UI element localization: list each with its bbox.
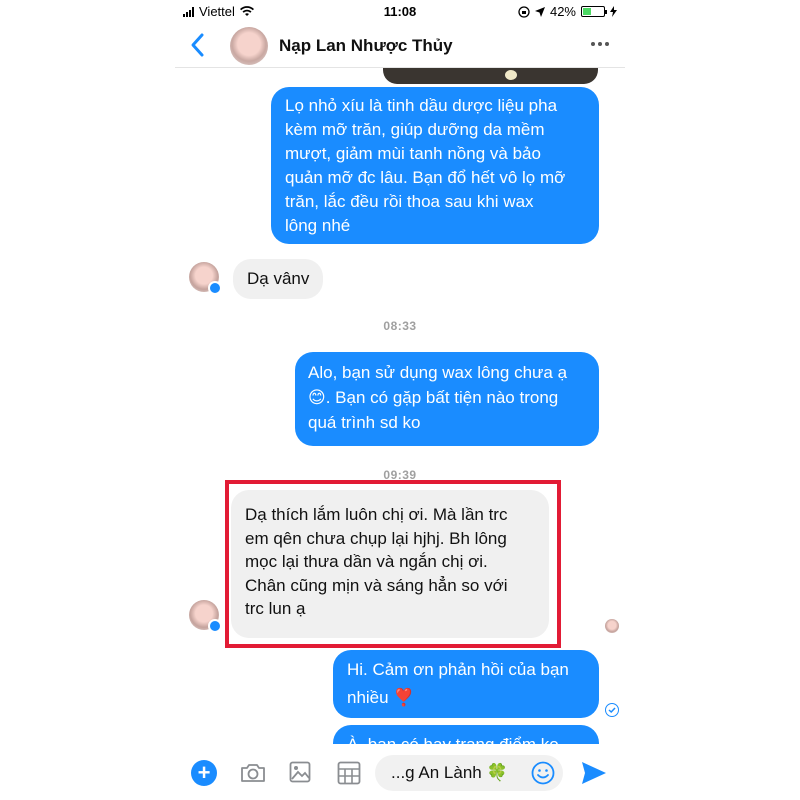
message-line: Dạ vânv: [247, 269, 310, 288]
messenger-badge-icon: [208, 619, 222, 633]
message-line: trăn, lắc đều rồi thoa sau khi wax: [285, 192, 534, 211]
contact-avatar[interactable]: [230, 27, 268, 65]
back-arrow-icon[interactable]: [189, 32, 205, 58]
message-bubble-outgoing[interactable]: Alo, bạn sử dụng wax lông chưa ạ 😊. Bạn …: [295, 352, 599, 446]
message-line: kèm mỡ trăn, giúp dưỡng da mềm: [285, 120, 545, 139]
sender-avatar[interactable]: [189, 600, 222, 633]
camera-icon[interactable]: [240, 763, 266, 783]
seen-receipt-avatar: [605, 619, 619, 633]
message-line: Hi. Cảm ơn phản hồi của bạn: [347, 660, 569, 679]
sender-avatar[interactable]: [189, 262, 222, 295]
message-line: Alo, bạn sử dụng wax lông chưa ạ: [308, 363, 568, 382]
message-line: nhiều ❣️: [347, 688, 415, 707]
status-right: 42%: [518, 4, 617, 19]
image-icon[interactable]: [289, 761, 311, 783]
emoji-icon[interactable]: [531, 761, 555, 785]
message-line: 😊. Bạn có gặp bất tiện nào trong: [308, 388, 559, 407]
grid-icon[interactable]: [337, 761, 361, 785]
contact-name[interactable]: Nạp Lan Nhược Thủy: [279, 36, 453, 56]
message-bubble-outgoing[interactable]: Hi. Cảm ơn phản hồi của bạn nhiều ❣️: [333, 650, 599, 718]
rotation-lock-icon: [518, 5, 530, 18]
messenger-screen: Viettel 11:08 42% Nạp Lan Nhược Thủy Lọ …: [175, 0, 625, 800]
location-icon: [534, 6, 545, 17]
message-composer: + ...g An Lành 🍀: [175, 744, 625, 800]
delivered-check-icon: [605, 703, 619, 717]
battery-percent: 42%: [549, 4, 576, 19]
message-line: lông nhé: [285, 216, 351, 235]
previous-photo-message[interactable]: [383, 68, 598, 84]
message-bubble-outgoing[interactable]: Lọ nhỏ xíu là tinh dầu dược liệu pha kèm…: [271, 87, 599, 244]
message-line: Lọ nhỏ xíu là tinh dầu dược liệu pha: [285, 96, 558, 115]
message-input[interactable]: ...g An Lành 🍀: [375, 755, 563, 791]
status-bar: Viettel 11:08 42%: [175, 0, 625, 24]
more-options-icon[interactable]: [591, 42, 609, 46]
timestamp: 08:33: [383, 319, 417, 333]
messenger-badge-icon: [208, 281, 222, 295]
send-icon[interactable]: [581, 761, 607, 785]
conversation-header: Nạp Lan Nhược Thủy: [175, 24, 625, 68]
message-line: quản mỡ đc lâu. Bạn đổ hết vô lọ mỡ: [285, 168, 566, 187]
highlight-frame: [225, 480, 561, 648]
battery-icon: [581, 6, 607, 17]
message-input-value: ...g An Lành 🍀: [391, 763, 508, 782]
plus-icon[interactable]: +: [191, 760, 217, 786]
message-line: mượt, giảm mùi tanh nồng và bảo: [285, 144, 541, 163]
message-bubble-incoming[interactable]: Dạ vânv: [233, 259, 324, 299]
charging-icon: [610, 6, 617, 17]
message-line: quá trình sd ko: [308, 413, 421, 432]
